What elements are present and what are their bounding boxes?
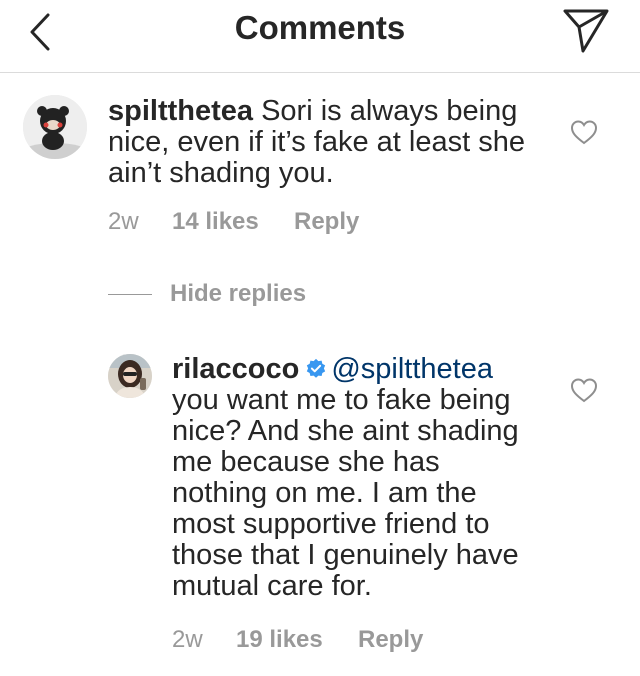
avatar-image	[23, 95, 87, 159]
reply-username[interactable]: rilaccoco	[172, 353, 299, 385]
verified-badge-icon	[307, 358, 326, 378]
reply-mention[interactable]: @spiltthetea	[331, 353, 493, 385]
share-button[interactable]	[562, 7, 610, 53]
avatar[interactable]	[23, 95, 87, 159]
like-button[interactable]	[569, 376, 599, 404]
like-button[interactable]	[569, 118, 599, 146]
comment-meta: 2w 14 likes Reply	[108, 208, 508, 238]
page-title: Comments	[234, 9, 406, 46]
reply-time: 2w	[172, 626, 203, 653]
header-bar: Comments	[0, 0, 640, 73]
reply-text: you want me to fake being nice? And she …	[172, 384, 519, 602]
reply-body: rilaccoco @spiltthetea you want me to fak…	[172, 354, 532, 602]
comment-body: spiltthetea Sori is always being nice, e…	[108, 96, 538, 189]
reply-button[interactable]: Reply	[358, 626, 423, 654]
avatar[interactable]	[108, 354, 152, 398]
comment-time: 2w	[108, 208, 139, 235]
reply-meta: 2w 19 likes Reply	[172, 626, 572, 656]
reply-likes[interactable]: 19 likes	[236, 626, 323, 654]
reply-button[interactable]: Reply	[294, 208, 359, 236]
comment-username[interactable]: spiltthetea	[108, 95, 253, 127]
comment-likes[interactable]: 14 likes	[172, 208, 259, 236]
divider-line	[108, 294, 152, 295]
paper-plane-icon	[563, 9, 609, 53]
heart-icon	[570, 120, 598, 145]
hide-replies-label: Hide replies	[170, 280, 307, 307]
avatar-image	[108, 354, 152, 398]
heart-icon	[570, 378, 598, 403]
